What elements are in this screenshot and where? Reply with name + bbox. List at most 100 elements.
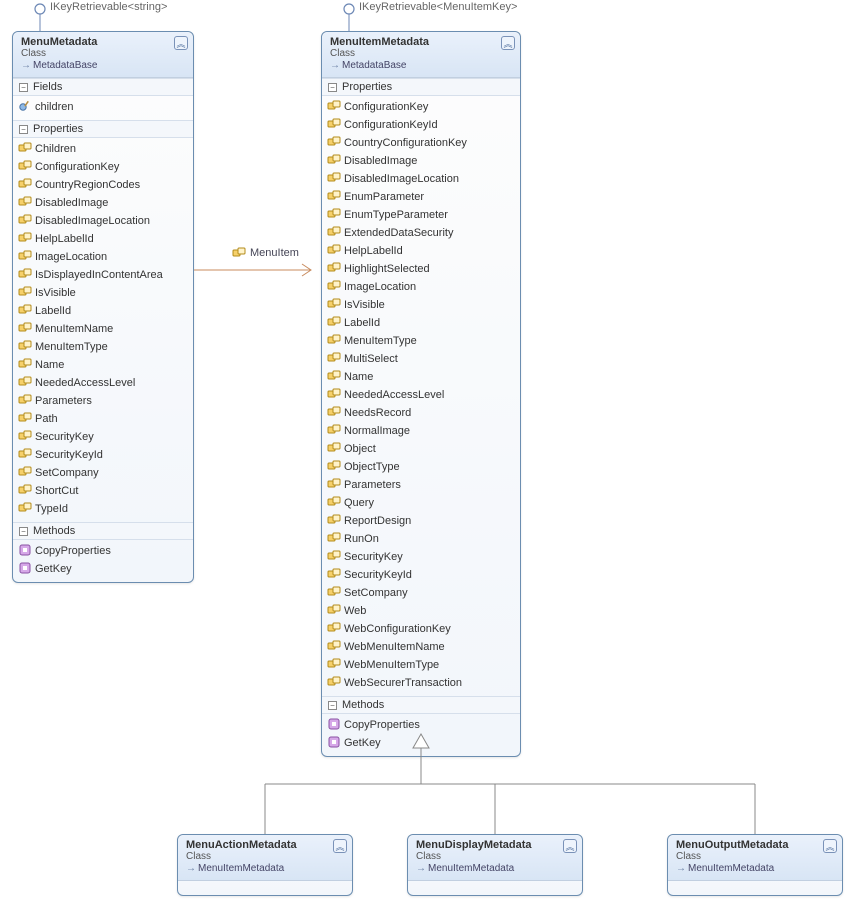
- section-title: Properties: [342, 81, 392, 93]
- base-name: MenuItemMetadata: [428, 863, 514, 874]
- class-base: →MetadataBase: [21, 60, 187, 72]
- prop-icon: [327, 513, 341, 527]
- prop-icon: [327, 189, 341, 203]
- member-label: DisabledImage: [344, 155, 417, 167]
- property-item: WebSecurerTransaction: [322, 674, 520, 692]
- member-label: MenuItemType: [35, 341, 108, 353]
- prop-icon: [18, 159, 32, 173]
- class-header: MenuDisplayMetadata Class →MenuItemMetad…: [408, 835, 582, 881]
- property-item: ShortCut: [13, 482, 193, 500]
- arrow-icon: →: [186, 863, 196, 873]
- property-item: CountryConfigurationKey: [322, 134, 520, 152]
- property-item: Parameters: [13, 392, 193, 410]
- property-item: ImageLocation: [322, 278, 520, 296]
- member-label: ObjectType: [344, 461, 400, 473]
- property-item: ReportDesign: [322, 512, 520, 530]
- property-item: ConfigurationKey: [13, 158, 193, 176]
- member-label: children: [35, 101, 74, 113]
- property-item: EnumTypeParameter: [322, 206, 520, 224]
- method-icon: [18, 561, 32, 575]
- prop-icon: [18, 393, 32, 407]
- prop-icon: [18, 375, 32, 389]
- section-methods[interactable]: −Methods: [322, 696, 520, 714]
- prop-icon: [327, 459, 341, 473]
- prop-icon: [18, 483, 32, 497]
- prop-icon: [18, 447, 32, 461]
- prop-icon: [327, 351, 341, 365]
- prop-icon: [327, 99, 341, 113]
- section-methods[interactable]: −Methods: [13, 522, 193, 540]
- prop-icon: [18, 303, 32, 317]
- minus-icon: −: [19, 83, 28, 92]
- member-label: ConfigurationKey: [344, 101, 428, 113]
- prop-icon: [18, 465, 32, 479]
- member-label: WebMenuItemName: [344, 641, 445, 653]
- base-name: MenuItemMetadata: [198, 863, 284, 874]
- property-item: CountryRegionCodes: [13, 176, 193, 194]
- collapse-button[interactable]: ︽: [333, 839, 347, 853]
- collapse-button[interactable]: ︽: [563, 839, 577, 853]
- property-item: Object: [322, 440, 520, 458]
- property-item: TypeId: [13, 500, 193, 518]
- section-fields[interactable]: −Fields: [13, 78, 193, 96]
- prop-icon: [18, 213, 32, 227]
- collapse-button[interactable]: ︽: [823, 839, 837, 853]
- minus-icon: −: [19, 527, 28, 536]
- collapse-button[interactable]: ︽: [501, 36, 515, 50]
- property-icon: [232, 246, 246, 260]
- property-item: Name: [322, 368, 520, 386]
- member-label: SetCompany: [344, 587, 408, 599]
- collapse-button[interactable]: ︽: [174, 36, 188, 50]
- method-icon: [327, 735, 341, 749]
- property-item: MenuItemType: [322, 332, 520, 350]
- property-item: DisabledImageLocation: [13, 212, 193, 230]
- member-label: CountryRegionCodes: [35, 179, 140, 191]
- minus-icon: −: [19, 125, 28, 134]
- section-properties[interactable]: −Properties: [322, 78, 520, 96]
- prop-icon: [18, 357, 32, 371]
- class-header: MenuItemMetadata Class →MetadataBase ︽: [322, 32, 520, 78]
- class-menumetadata: MenuMetadata Class →MetadataBase ︽ −Fiel…: [12, 31, 194, 583]
- prop-icon: [18, 501, 32, 515]
- property-item: Web: [322, 602, 520, 620]
- prop-icon: [327, 477, 341, 491]
- assoc-text: MenuItem: [250, 247, 299, 259]
- property-item: DisabledImageLocation: [322, 170, 520, 188]
- section-properties[interactable]: −Properties: [13, 120, 193, 138]
- section-title: Properties: [33, 123, 83, 135]
- property-item: IsDisplayedInContentArea: [13, 266, 193, 284]
- property-item: LabelId: [322, 314, 520, 332]
- prop-icon: [327, 279, 341, 293]
- prop-icon: [18, 339, 32, 353]
- member-label: IsDisplayedInContentArea: [35, 269, 163, 281]
- prop-icon: [327, 261, 341, 275]
- prop-icon: [327, 387, 341, 401]
- property-item: IsVisible: [322, 296, 520, 314]
- member-label: CountryConfigurationKey: [344, 137, 467, 149]
- prop-icon: [327, 495, 341, 509]
- property-item: SecurityKey: [322, 548, 520, 566]
- prop-icon: [327, 657, 341, 671]
- member-label: WebMenuItemType: [344, 659, 439, 671]
- prop-icon: [327, 423, 341, 437]
- class-kind: Class: [21, 48, 187, 60]
- property-item: Query: [322, 494, 520, 512]
- member-label: GetKey: [35, 563, 72, 575]
- field-icon: [18, 99, 32, 113]
- property-item: DisabledImage: [322, 152, 520, 170]
- property-item: MultiSelect: [322, 350, 520, 368]
- class-menuactionmetadata: MenuActionMetadata Class →MenuItemMetada…: [177, 834, 353, 896]
- prop-icon: [327, 531, 341, 545]
- prop-icon: [18, 195, 32, 209]
- member-label: NeedsRecord: [344, 407, 411, 419]
- property-item: SecurityKey: [13, 428, 193, 446]
- association-line: [194, 260, 321, 280]
- member-label: ReportDesign: [344, 515, 411, 527]
- member-label: MultiSelect: [344, 353, 398, 365]
- field-item: children: [13, 98, 193, 116]
- class-header: MenuMetadata Class →MetadataBase ︽: [13, 32, 193, 78]
- prop-icon: [327, 675, 341, 689]
- member-label: CopyProperties: [35, 545, 111, 557]
- property-item: ImageLocation: [13, 248, 193, 266]
- prop-icon: [327, 171, 341, 185]
